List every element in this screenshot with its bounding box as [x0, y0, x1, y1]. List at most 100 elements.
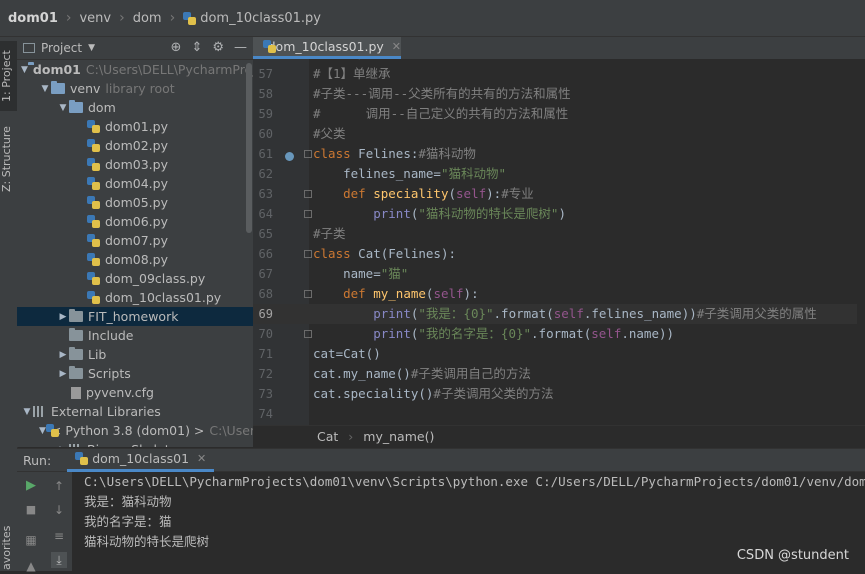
scroll-to-end-icon[interactable]: ⤓	[51, 552, 67, 568]
folder-icon	[51, 81, 65, 94]
editor-scrollbar[interactable]	[857, 59, 865, 425]
arrow-up-icon[interactable]: ↑	[51, 478, 67, 494]
code-line[interactable]: 69 print("我是：{0}".format(self.felines_na…	[253, 304, 865, 324]
code-line[interactable]: 62 felines_name="猫科动物"	[253, 164, 865, 184]
code-line[interactable]: 73 cat.speciality()#子类调用父类的方法	[253, 384, 865, 404]
locate-icon[interactable]: ⊕	[171, 40, 182, 55]
close-icon[interactable]: ✕	[197, 452, 206, 465]
code-line[interactable]: 66 class Cat(Felines):	[253, 244, 865, 264]
python-file-icon	[183, 11, 197, 25]
code-line[interactable]: 67 name="猫"	[253, 264, 865, 284]
tree-item-label: Binary Skeletons	[87, 442, 192, 447]
python-file-icon	[87, 234, 100, 247]
tree-item[interactable]: dom02.py	[17, 136, 253, 155]
line-number: 63	[258, 187, 273, 201]
rerun-icon[interactable]: ▶	[23, 478, 39, 494]
code-line[interactable]: 58 #子类---调用--父类所有的共有的方法和属性	[253, 84, 865, 104]
code-line[interactable]: 60 #父类	[253, 124, 865, 144]
tree-item[interactable]: ▶ Binary Skeletons	[17, 440, 253, 447]
chevron-down-icon[interactable]: ▼	[88, 43, 95, 53]
chevron-right-icon[interactable]: ▶	[57, 312, 69, 322]
arrow-down-icon[interactable]: ↓	[51, 502, 67, 518]
code-line[interactable]: 59 # 调用--自己定义的共有的方法和属性	[253, 104, 865, 124]
close-icon[interactable]: ✕	[392, 40, 401, 53]
tab-project-tool[interactable]: 1: Project	[0, 41, 17, 111]
breadcrumb-project[interactable]: dom01	[8, 11, 58, 26]
tree-item[interactable]: dom04.py	[17, 174, 253, 193]
tree-item[interactable]: pyvenv.cfg	[17, 383, 253, 402]
tree-item[interactable]: dom08.py	[17, 250, 253, 269]
code-line[interactable]: 64 print("猫科动物的特长是爬树")	[253, 204, 865, 224]
chevron-right-icon[interactable]: ▶	[57, 369, 69, 379]
code-line[interactable]: 72 cat.my_name()#子类调用自己的方法	[253, 364, 865, 384]
chevron-down-icon[interactable]: ▼	[21, 407, 33, 417]
code-line[interactable]: 61 class Felines:#猫科动物	[253, 144, 865, 164]
gear-icon[interactable]: ⚙	[212, 40, 224, 55]
tab-favorites-tool[interactable]: avorites	[0, 525, 17, 571]
code-text: cat.my_name()#子类调用自己的方法	[313, 366, 531, 381]
fold-marker-icon[interactable]	[304, 150, 312, 158]
chevron-right-icon[interactable]: ▶	[57, 445, 69, 448]
tree-item[interactable]: ▼ dom01 C:\Users\DELL\PycharmProje	[17, 60, 253, 79]
breadcrumb-separator: ›	[119, 10, 125, 26]
tree-item[interactable]: dom01.py	[17, 117, 253, 136]
fold-marker-icon[interactable]	[304, 190, 312, 198]
code-line[interactable]: 57 #【1】单继承	[253, 64, 865, 84]
fold-marker-icon[interactable]	[304, 290, 312, 298]
code-line[interactable]: 70 print("我的名字是：{0}".format(self.name))	[253, 324, 865, 344]
layout-icon[interactable]: ▦	[23, 532, 39, 548]
code-text: #【1】单继承	[313, 66, 391, 81]
tree-item[interactable]: ▼ < Python 3.8 (dom01) > C:\Users	[17, 421, 253, 440]
line-number: 64	[258, 207, 273, 221]
fold-marker-icon[interactable]	[304, 210, 312, 218]
tree-item[interactable]: ▼ venv library root	[17, 79, 253, 98]
tab-structure-tool[interactable]: Z: Structure	[0, 121, 17, 197]
code-line[interactable]: 71 cat=Cat()	[253, 344, 865, 364]
tree-item[interactable]: dom03.py	[17, 155, 253, 174]
breadcrumb-file[interactable]: dom_10class01.py	[200, 11, 321, 26]
code-editor[interactable]: 56#【1】单继承57#【1】单继承58#子类---调用--父类所有的共有的方法…	[253, 59, 865, 425]
breadcrumb-dom[interactable]: dom	[133, 11, 162, 26]
chevron-down-icon[interactable]: ▼	[57, 103, 69, 113]
tree-item[interactable]: dom_10class01.py	[17, 288, 253, 307]
minimize-icon[interactable]: —	[234, 40, 247, 55]
code-line[interactable]: 65 #子类	[253, 224, 865, 244]
tree-item-label: venv	[70, 81, 101, 96]
tree-item[interactable]: dom06.py	[17, 212, 253, 231]
tree-item-hint: C:\Users	[209, 423, 253, 438]
project-scrollbar[interactable]	[246, 63, 252, 233]
tree-item[interactable]: ▼ External Libraries	[17, 402, 253, 421]
run-tab[interactable]: dom_10class01 ✕	[67, 448, 215, 472]
code-breadcrumb: Cat › my_name()	[253, 425, 865, 447]
tree-item[interactable]: dom_09class.py	[17, 269, 253, 288]
chevron-right-icon[interactable]: ▶	[57, 350, 69, 360]
tree-item[interactable]: Include	[17, 326, 253, 345]
tree-item[interactable]: dom05.py	[17, 193, 253, 212]
tree-item[interactable]: ▼ dom	[17, 98, 253, 117]
chevron-down-icon[interactable]: ▼	[39, 84, 51, 94]
tree-item[interactable]: ▶ Scripts	[17, 364, 253, 383]
tab-dom-10class01[interactable]: dom_10class01.py ✕	[253, 37, 401, 59]
tree-item-label: dom01.py	[105, 119, 168, 134]
tree-item[interactable]: dom07.py	[17, 231, 253, 250]
soft-wrap-icon[interactable]: ≡	[51, 528, 67, 544]
pin-icon[interactable]: ▲	[23, 558, 39, 574]
fold-marker-icon[interactable]	[304, 330, 312, 338]
crumb-method[interactable]: my_name()	[363, 429, 434, 444]
code-line[interactable]: 68 def my_name(self):	[253, 284, 865, 304]
code-line[interactable]: 74	[253, 404, 865, 424]
tree-item-hint: library root	[105, 81, 175, 96]
breadcrumb-venv[interactable]: venv	[79, 11, 111, 26]
collapse-all-icon[interactable]: ⇕	[191, 40, 202, 55]
tree-item[interactable]: ▶ Lib	[17, 345, 253, 364]
python-file-icon	[87, 291, 100, 304]
chevron-down-icon[interactable]: ▼	[21, 65, 28, 75]
fold-marker-icon[interactable]	[304, 250, 312, 258]
chevron-down-icon[interactable]: ▼	[39, 426, 46, 436]
code-line[interactable]: 63 def speciality(self):#专业	[253, 184, 865, 204]
project-view-selector[interactable]: Project	[41, 41, 82, 55]
code-text: print("我的名字是：{0}".format(self.name))	[373, 326, 675, 341]
crumb-class[interactable]: Cat	[317, 429, 338, 444]
stop-icon[interactable]: ■	[23, 502, 39, 518]
tree-item[interactable]: ▶ FIT_homework	[17, 307, 253, 326]
